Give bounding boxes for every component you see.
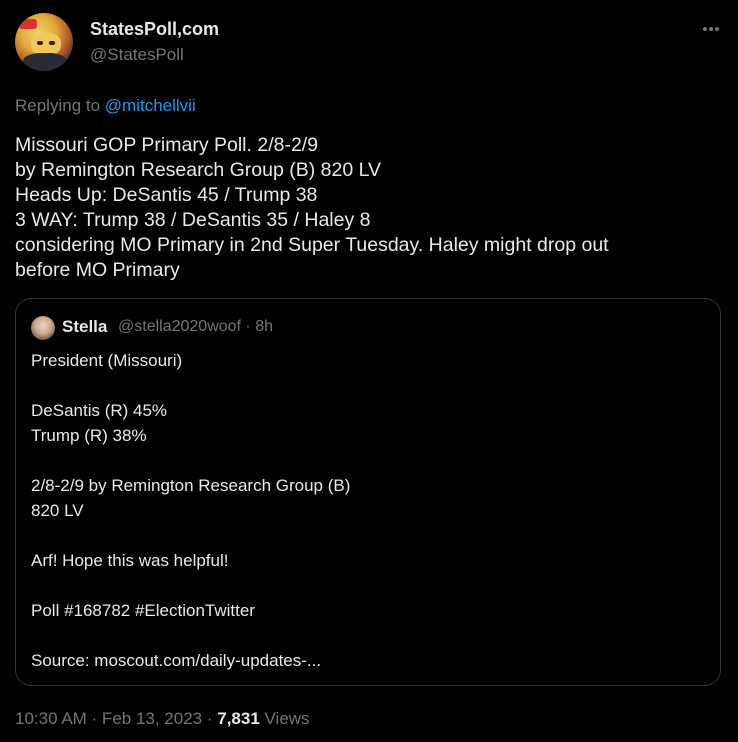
author-display-name[interactable]: StatesPoll,com [90, 19, 219, 40]
tweet-text-line: by Remington Research Group (B) 820 LV [15, 159, 381, 181]
avatar-detail [49, 41, 55, 45]
tweet-text-line: Heads Up: DeSantis 45 / Trump 38 [15, 184, 318, 206]
replying-to: Replying to @mitchellvii [15, 96, 196, 116]
quote-text-line: President (Missouri) [31, 351, 183, 370]
quote-text: President (Missouri) DeSantis (R) 45% Tr… [31, 348, 711, 673]
views-label: Views [259, 709, 310, 728]
avatar-detail [37, 41, 43, 45]
quote-text-line: Trump (R) 38% [31, 426, 147, 445]
avatar-detail [19, 19, 37, 29]
quote-author-avatar[interactable] [31, 316, 55, 340]
timestamp[interactable]: 10:30 AM · Feb 13, 2023 · [15, 709, 217, 728]
author-handle[interactable]: @StatesPoll [90, 45, 184, 65]
quote-text-line [31, 573, 711, 598]
quoted-tweet-card[interactable]: Stella @stella2020woof · 8h President (M… [15, 298, 721, 686]
quote-author-name[interactable]: Stella [62, 317, 107, 337]
reply-mention-link[interactable]: @mitchellvii [105, 96, 196, 115]
author-avatar[interactable] [15, 13, 73, 71]
tweet-page: StatesPoll,com @StatesPoll Replying to @… [0, 0, 738, 742]
quote-text-line: DeSantis (R) 45% [31, 401, 168, 420]
tweet-text-line: 3 WAY: Trump 38 / DeSantis 35 / Haley 8 [15, 209, 371, 231]
more-horizontal-icon [703, 27, 707, 31]
quote-text-line [31, 623, 711, 648]
quote-text-line: 820 LV [31, 501, 84, 520]
quote-author-meta: @stella2020woof · 8h [118, 318, 273, 335]
more-horizontal-icon-dot [709, 27, 713, 31]
quote-text-line: Poll #168782 #ElectionTwitter [31, 601, 255, 620]
quote-text-line [31, 448, 711, 473]
quote-text-line [31, 523, 711, 548]
more-horizontal-icon-dot [715, 27, 719, 31]
tweet-text: Missouri GOP Primary Poll. 2/8-2/9 by Re… [15, 133, 715, 283]
tweet-text-line: considering MO Primary in 2nd Super Tues… [15, 234, 609, 256]
replying-to-prefix: Replying to [15, 96, 105, 115]
tweet-text-line: Missouri GOP Primary Poll. 2/8-2/9 [15, 134, 319, 156]
quote-source-link[interactable]: Source: moscout.com/daily-updates-... [31, 648, 711, 673]
more-options-button[interactable] [698, 18, 724, 40]
quote-text-line: Arf! Hope this was helpful! [31, 551, 229, 570]
avatar-detail [23, 53, 67, 71]
views-count[interactable]: 7,831 [217, 709, 260, 728]
quote-text-line: 2/8-2/9 by Remington Research Group (B) [31, 476, 351, 495]
tweet-footer: 10:30 AM · Feb 13, 2023 · 7,831 Views [15, 709, 310, 729]
quote-text-line [31, 373, 711, 398]
tweet-text-line: before MO Primary [15, 259, 180, 281]
